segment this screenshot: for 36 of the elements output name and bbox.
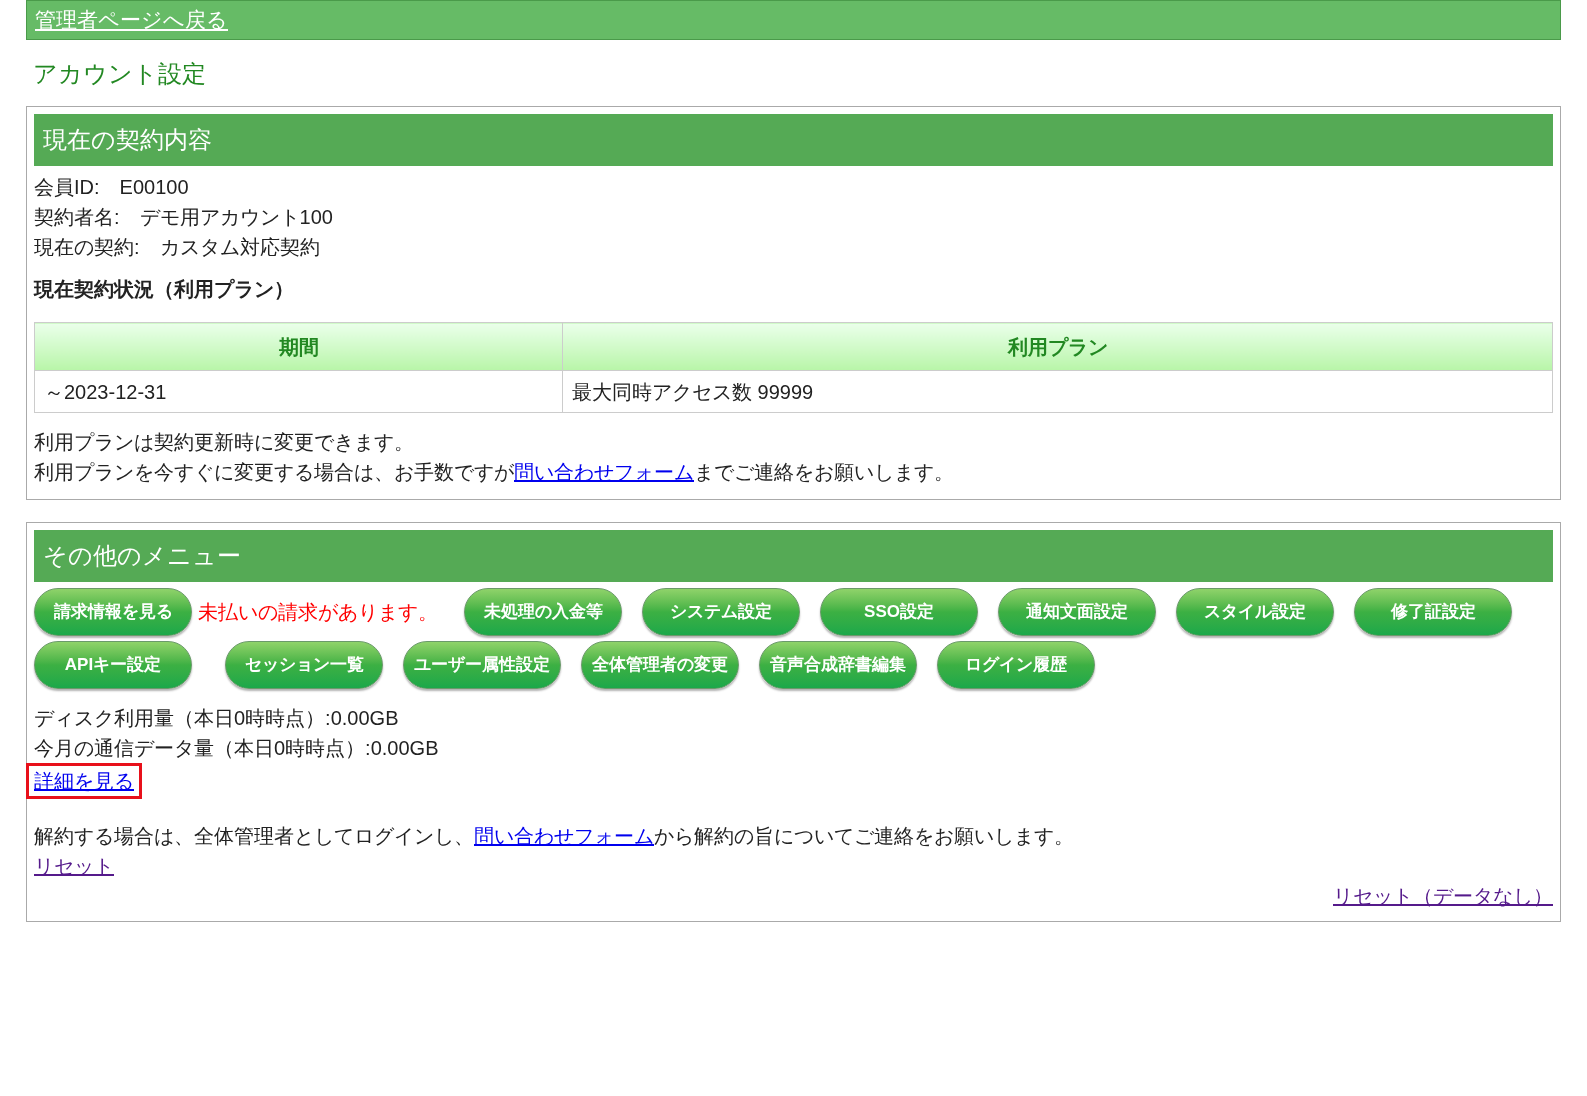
menu-button[interactable]: 修了証設定 — [1354, 588, 1512, 636]
table-cell: 最大同時アクセス数 99999 — [562, 370, 1553, 413]
contract-field: 現在の契約: カスタム対応契約 — [34, 232, 1553, 262]
menu-button[interactable]: SSO設定 — [820, 588, 978, 636]
page-title: アカウント設定 — [32, 59, 207, 89]
plan-status-heading: 現在契約状況（利用プラン） — [34, 277, 295, 302]
section-heading: その他のメニュー — [34, 530, 1553, 582]
menu-button[interactable]: スタイル設定 — [1176, 588, 1334, 636]
notice-text: 解約する場合は、全体管理者としてログインし、問い合わせフォームから解約の旨についてご連絡をお願いします。 — [34, 824, 1075, 849]
reset-link[interactable]: リセット — [34, 855, 114, 877]
menu-button[interactable]: 通知文面設定 — [998, 588, 1156, 636]
menu-button[interactable]: ユーザー属性設定 — [403, 641, 561, 689]
menu-button[interactable]: 未処理の入金等 — [464, 588, 622, 636]
table-header: 利用プラン — [562, 322, 1553, 371]
usage-text: ディスク利用量（本日0時時点）:0.00GB — [34, 706, 400, 731]
contact-form-link[interactable]: 問い合わせフォーム — [514, 461, 694, 483]
menu-button[interactable]: ログイン履歴 — [937, 641, 1095, 689]
notice-text: 利用プランを今すぐに変更する場合は、お手数ですが問い合わせフォームまでご連絡をお願いします。 — [34, 460, 955, 485]
back-link[interactable]: 管理者ページへ戻る — [35, 4, 228, 36]
table-cell: ～2023-12-31 — [34, 370, 563, 413]
unpaid-alert-text: 未払いの請求があります。 — [198, 600, 438, 625]
contract-field: 契約者名: デモ用アカウント100 — [34, 202, 1553, 232]
menu-button[interactable]: 請求情報を見る — [34, 588, 192, 636]
menu-button[interactable]: 音声合成辞書編集 — [759, 641, 917, 689]
contract-field: 会員ID: E00100 — [34, 172, 1553, 202]
details-link[interactable]: 詳細を見る — [26, 763, 142, 799]
menu-button[interactable]: システム設定 — [642, 588, 800, 636]
reset-without-data-link[interactable]: リセット（データなし） — [1333, 881, 1553, 911]
usage-text: 今月の通信データ量（本日0時時点）:0.00GB — [34, 736, 440, 761]
section-heading: 現在の契約内容 — [34, 114, 1553, 166]
menu-button[interactable]: APIキー設定 — [34, 641, 192, 689]
notice-text: 利用プランは契約更新時に変更できます。 — [34, 430, 415, 455]
table-header: 期間 — [34, 322, 563, 371]
contact-form-link[interactable]: 問い合わせフォーム — [474, 825, 654, 847]
menu-button[interactable]: 全体管理者の変更 — [581, 641, 739, 689]
menu-button[interactable]: セッション一覧 — [225, 641, 383, 689]
